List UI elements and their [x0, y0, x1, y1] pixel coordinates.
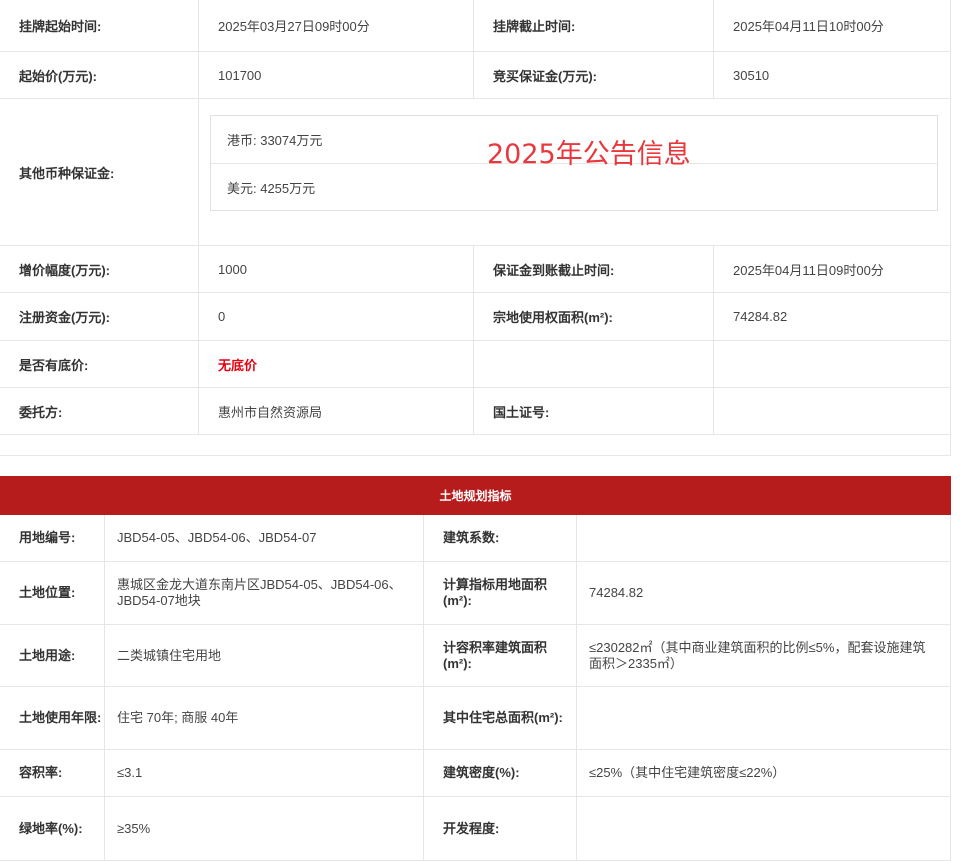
registered-capital-label: 注册资金(万元):	[0, 293, 199, 340]
deposit-deadline-value: 2025年04月11日09时00分	[733, 262, 884, 278]
table-row: 是否有底价: 无底价	[0, 341, 950, 388]
plot-number-value: JBD54-05、JBD54-06、JBD54-07	[105, 515, 424, 561]
start-price-value: 101700	[199, 52, 474, 98]
consignor-label: 委托方:	[0, 388, 199, 434]
land-use-value: 二类城镇住宅用地	[105, 625, 424, 686]
watermark-text: 2025年公告信息	[487, 139, 691, 170]
land-term-value: 住宅 70年; 商服 40年	[105, 687, 424, 749]
table-row: 注册资金(万元): 0 宗地使用权面积(m²): 74284.82	[0, 293, 950, 341]
table-row: 绿地率(%): ≥35% 开发程度:	[0, 797, 950, 861]
residential-area-value	[577, 687, 950, 749]
listing-start-label: 挂牌起始时间:	[0, 0, 199, 51]
far-value: ≤3.1	[105, 750, 424, 796]
parcel-area-value: 74284.82	[733, 309, 788, 324]
calc-land-area-value: 74284.82	[589, 585, 644, 600]
registered-capital-value: 0	[199, 293, 474, 340]
deposit-deadline-label: 保证金到账截止时间:	[474, 246, 714, 292]
development-level-label: 开发程度:	[424, 797, 577, 860]
parcel-area-label: 宗地使用权面积(m²):	[474, 293, 714, 340]
table-footer-strip	[0, 435, 951, 456]
increment-value: 1000	[199, 246, 474, 292]
building-density-value: ≤25%（其中住宅建筑密度≤22%）	[589, 765, 786, 780]
land-location-label: 土地位置:	[0, 562, 105, 624]
table-row: 土地位置: 惠城区金龙大道东南片区JBD54-05、JBD54-06、JBD54…	[0, 562, 950, 625]
table-row: 起始价(万元): 101700 竞买保证金(万元): 30510	[0, 52, 950, 99]
building-coefficient-value	[577, 515, 950, 561]
listing-start-value: 2025年03月27日09时00分	[199, 0, 474, 51]
building-coefficient-label: 建筑系数:	[424, 515, 577, 561]
development-level-value	[577, 797, 950, 860]
land-planning-table: 用地编号: JBD54-05、JBD54-06、JBD54-07 建筑系数: 土…	[0, 515, 951, 861]
table-row: 挂牌起始时间: 2025年03月27日09时00分 挂牌截止时间: 2025年0…	[0, 0, 950, 52]
empty-value	[714, 341, 950, 387]
land-use-label: 土地用途:	[0, 625, 105, 686]
table-row: 土地使用年限: 住宅 70年; 商服 40年 其中住宅总面积(m²):	[0, 687, 950, 750]
consignor-value: 惠州市自然资源局	[199, 388, 474, 434]
deposit-value: 30510	[733, 67, 770, 83]
land-cert-value	[714, 388, 950, 434]
land-term-label: 土地使用年限:	[0, 687, 105, 749]
far-floor-area-label: 计容积率建筑面积(m²):	[424, 625, 577, 686]
land-cert-label: 国土证号:	[474, 388, 714, 434]
listing-end-value: 2025年04月11日10时00分	[733, 19, 884, 34]
listing-end-label: 挂牌截止时间:	[474, 0, 714, 51]
green-ratio-value: ≥35%	[105, 797, 424, 860]
start-price-label: 起始价(万元):	[0, 52, 199, 98]
empty-label	[474, 341, 714, 387]
table-row: 容积率: ≤3.1 建筑密度(%): ≤25%（其中住宅建筑密度≤22%）	[0, 750, 950, 797]
building-density-label: 建筑密度(%):	[424, 750, 577, 796]
table-row: 委托方: 惠州市自然资源局 国土证号:	[0, 388, 950, 435]
deposit-label: 竞买保证金(万元):	[474, 52, 714, 98]
table-row: 增价幅度(万元): 1000 保证金到账截止时间: 2025年04月11日09时…	[0, 246, 950, 293]
green-ratio-label: 绿地率(%):	[0, 797, 105, 860]
other-currency-cell: 港币: 33074万元 美元: 4255万元	[199, 99, 950, 245]
listing-info-table: 挂牌起始时间: 2025年03月27日09时00分 挂牌截止时间: 2025年0…	[0, 0, 951, 435]
far-label: 容积率:	[0, 750, 105, 796]
land-location-value: 惠城区金龙大道东南片区JBD54-05、JBD54-06、JBD54-07地块	[105, 562, 424, 624]
table-row: 用地编号: JBD54-05、JBD54-06、JBD54-07 建筑系数:	[0, 515, 950, 562]
far-floor-area-value: ≤230282㎡（其中商业建筑面积的比例≤5%，配套设施建筑面积＞2335㎡）	[589, 639, 926, 671]
land-planning-header: 土地规划指标	[0, 476, 951, 515]
table-row: 其他币种保证金: 港币: 33074万元 美元: 4255万元	[0, 99, 950, 246]
increment-label: 增价幅度(万元):	[0, 246, 199, 292]
reserve-price-label: 是否有底价:	[0, 341, 199, 387]
calc-land-area-label: 计算指标用地面积(m²):	[424, 562, 577, 624]
table-row: 土地用途: 二类城镇住宅用地 计容积率建筑面积(m²): ≤230282㎡（其中…	[0, 625, 950, 687]
reserve-price-value: 无底价	[199, 341, 474, 387]
other-currency-label: 其他币种保证金:	[0, 99, 199, 245]
plot-number-label: 用地编号:	[0, 515, 105, 561]
residential-area-label: 其中住宅总面积(m²):	[424, 687, 577, 749]
